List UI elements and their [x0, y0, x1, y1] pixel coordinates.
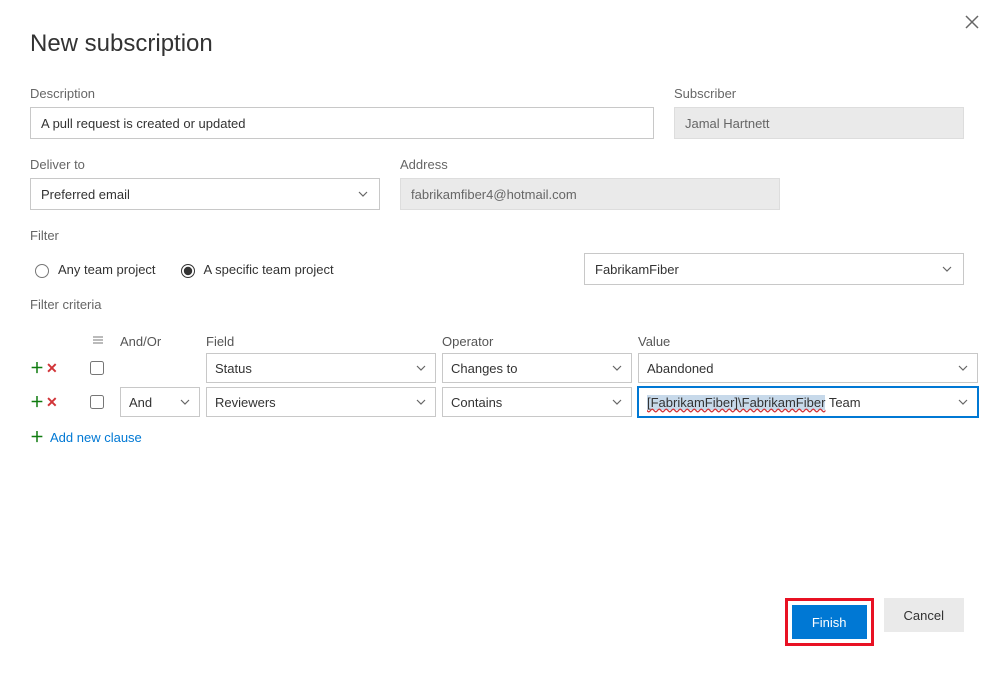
value-text: [FabrikamFiber]\FabrikamFiber Team [647, 395, 861, 410]
dialog-footer: Finish Cancel [30, 588, 964, 656]
row-checkbox[interactable] [90, 395, 104, 409]
header-operator: Operator [442, 334, 632, 349]
remove-row-icon[interactable]: ✕ [46, 394, 58, 411]
field-combo[interactable]: Status [206, 353, 436, 383]
criteria-row: ＋ ✕ Status Changes to Abandoned [30, 353, 964, 383]
add-new-clause-link[interactable]: ＋ Add new clause [30, 427, 964, 447]
chevron-down-icon [357, 188, 369, 200]
address-label: Address [400, 157, 780, 172]
subscriber-value: Jamal Hartnett [685, 116, 770, 131]
chevron-down-icon [611, 362, 623, 374]
value-combo[interactable]: [FabrikamFiber]\FabrikamFiber Team [638, 387, 978, 417]
header-value: Value [638, 334, 978, 349]
radio-specific-label: A specific team project [204, 262, 334, 277]
row-checkbox[interactable] [90, 361, 104, 375]
address-value: fabrikamfiber4@hotmail.com [411, 187, 577, 202]
value-combo[interactable]: Abandoned [638, 353, 978, 383]
operator-combo[interactable]: Contains [442, 387, 632, 417]
value-text: Abandoned [647, 361, 714, 376]
close-icon[interactable] [964, 14, 980, 30]
andor-value: And [129, 395, 152, 410]
operator-combo[interactable]: Changes to [442, 353, 632, 383]
filter-label: Filter [30, 228, 964, 243]
criteria-header: And/Or Field Operator Value [30, 334, 964, 349]
field-value: Reviewers [215, 395, 276, 410]
chevron-down-icon [179, 396, 191, 408]
radio-specific-team-project[interactable]: A specific team project [176, 261, 334, 278]
new-subscription-dialog: New subscription Description A pull requ… [0, 0, 994, 676]
deliver-to-label: Deliver to [30, 157, 380, 172]
criteria-row: ＋ ✕ And Reviewers Contains [FabrikamFibe… [30, 387, 964, 417]
subscriber-field: Jamal Hartnett [674, 107, 964, 139]
description-value: A pull request is created or updated [41, 116, 246, 131]
chevron-down-icon [415, 362, 427, 374]
chevron-down-icon [941, 263, 953, 275]
finish-button[interactable]: Finish [792, 605, 867, 639]
chevron-down-icon [957, 396, 969, 408]
project-combo[interactable]: FabrikamFiber [584, 253, 964, 285]
add-new-clause-label: Add new clause [50, 430, 142, 445]
address-field: fabrikamfiber4@hotmail.com [400, 178, 780, 210]
deliver-to-combo[interactable]: Preferred email [30, 178, 380, 210]
andor-combo[interactable]: And [120, 387, 200, 417]
chevron-down-icon [415, 396, 427, 408]
operator-value: Contains [451, 395, 502, 410]
deliver-to-value: Preferred email [41, 187, 130, 202]
filter-criteria-label: Filter criteria [30, 297, 964, 312]
field-value: Status [215, 361, 252, 376]
add-row-icon[interactable]: ＋ [30, 358, 44, 378]
subscriber-label: Subscriber [674, 86, 964, 101]
project-value: FabrikamFiber [595, 262, 679, 277]
cancel-button[interactable]: Cancel [884, 598, 964, 632]
finish-highlight-box: Finish [785, 598, 874, 646]
plus-icon: ＋ [30, 427, 44, 447]
operator-value: Changes to [451, 361, 518, 376]
radio-any-input[interactable] [35, 264, 49, 278]
field-combo[interactable]: Reviewers [206, 387, 436, 417]
chevron-down-icon [611, 396, 623, 408]
dialog-title: New subscription [30, 30, 964, 58]
group-icon [92, 334, 114, 349]
description-label: Description [30, 86, 654, 101]
add-row-icon[interactable]: ＋ [30, 392, 44, 412]
chevron-down-icon [957, 362, 969, 374]
header-andor: And/Or [120, 334, 200, 349]
description-input[interactable]: A pull request is created or updated [30, 107, 654, 139]
radio-specific-input[interactable] [181, 264, 195, 278]
radio-any-team-project[interactable]: Any team project [30, 261, 156, 278]
radio-any-label: Any team project [58, 262, 156, 277]
remove-row-icon[interactable]: ✕ [46, 360, 58, 377]
header-field: Field [206, 334, 436, 349]
